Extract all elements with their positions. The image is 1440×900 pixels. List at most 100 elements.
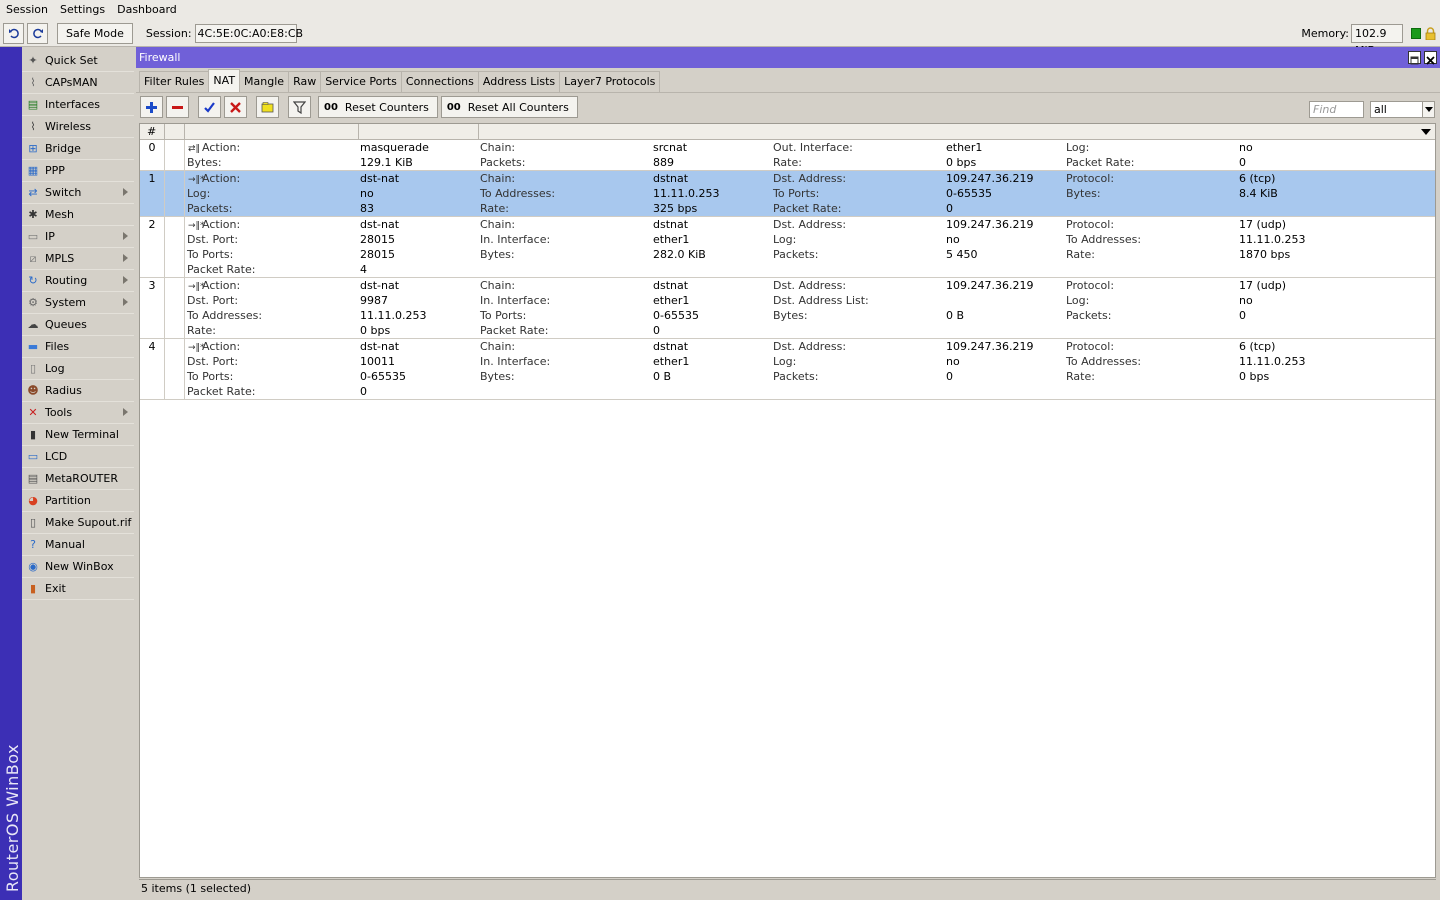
column-header-3[interactable] bbox=[479, 124, 1435, 140]
sidebar-item-bridge[interactable]: ⊞ Bridge bbox=[22, 138, 134, 160]
sidebar-item-files[interactable]: ▬ Files bbox=[22, 336, 134, 358]
field-label: Action: bbox=[202, 279, 241, 292]
sidebar-item-quick-set[interactable]: ✦ Quick Set bbox=[22, 50, 134, 72]
filter-button[interactable] bbox=[288, 96, 311, 118]
sidebar-item-ppp[interactable]: ▦ PPP bbox=[22, 160, 134, 182]
sidebar-item-exit[interactable]: ▮ Exit bbox=[22, 578, 134, 600]
chevron-down-icon[interactable] bbox=[1422, 102, 1434, 117]
session-field[interactable]: 4C:5E:0C:A0:E8:CB bbox=[194, 23, 303, 43]
system-icon: ⚙ bbox=[28, 296, 38, 309]
column-header-1[interactable] bbox=[185, 124, 359, 140]
sidebar-item-tools[interactable]: ✕ Tools bbox=[22, 402, 134, 424]
sidebar-item-metarouter[interactable]: ▤ MetaROUTER bbox=[22, 468, 134, 490]
memory-indicator: Memory: 102.9 MiB bbox=[1301, 20, 1440, 57]
sidebar-item-label: LCD bbox=[45, 450, 68, 463]
table-row[interactable]: 3 →‖*Action: dst-nat Chain: dstnat Dst. Addre… bbox=[140, 278, 1435, 339]
tab-raw[interactable]: Raw bbox=[288, 71, 322, 92]
menu-bar: Session Settings Dashboard bbox=[0, 0, 1440, 20]
sidebar-item-label: Switch bbox=[45, 186, 82, 199]
routing-icon: ↻ bbox=[28, 274, 38, 287]
tools-icon: ✕ bbox=[28, 406, 38, 419]
tab-connections[interactable]: Connections bbox=[400, 71, 479, 92]
menu-session[interactable]: Session bbox=[0, 0, 54, 20]
undo-button[interactable] bbox=[3, 22, 24, 44]
field-label: Protocol: bbox=[1066, 340, 1115, 353]
sidebar-item-routing[interactable]: ↻ Routing bbox=[22, 270, 134, 292]
sidebar-item-partition[interactable]: ◕ Partition bbox=[22, 490, 134, 512]
tab-mangle[interactable]: Mangle bbox=[239, 71, 290, 92]
main-toolbar: Safe Mode Session: 4C:5E:0C:A0:E8:CB Mem… bbox=[0, 20, 1440, 57]
field-label: Log: bbox=[187, 187, 211, 200]
column-header-flags[interactable] bbox=[165, 124, 185, 140]
find-input[interactable]: Find bbox=[1309, 101, 1364, 118]
field-value: 129.1 KiB bbox=[360, 156, 413, 169]
redo-button[interactable] bbox=[27, 22, 48, 44]
sidebar-item-new-terminal[interactable]: ▮ New Terminal bbox=[22, 424, 134, 446]
field-value: 11.11.0.253 bbox=[653, 187, 720, 200]
remove-button[interactable] bbox=[166, 96, 189, 118]
tab-layer7-protocols[interactable]: Layer7 Protocols bbox=[559, 71, 661, 92]
reset-counters-button[interactable]: 00 Reset Counters bbox=[318, 96, 438, 118]
sidebar-item-switch[interactable]: ⇄ Switch bbox=[22, 182, 134, 204]
table-row[interactable]: 4 →‖*Action: dst-nat Chain: dstnat Dst. Addre… bbox=[140, 339, 1435, 400]
field-value: 0 bbox=[360, 385, 367, 398]
table-row[interactable]: 0 ⇄‖ Action: masquerade Chain: srcnat Out. Int… bbox=[140, 140, 1435, 171]
sidebar-item-lcd[interactable]: ▭ LCD bbox=[22, 446, 134, 468]
maximize-icon[interactable] bbox=[1408, 51, 1421, 65]
sidebar-item-capsman[interactable]: ⌇ CAPsMAN bbox=[22, 72, 134, 94]
sidebar-item-system[interactable]: ⚙ System bbox=[22, 292, 134, 314]
add-button[interactable] bbox=[140, 96, 163, 118]
field-value: 0 bbox=[946, 202, 953, 215]
sidebar-item-label: Wireless bbox=[45, 120, 92, 133]
field-value: 0 bps bbox=[946, 156, 977, 169]
sidebar-item-ip[interactable]: ▭ IP bbox=[22, 226, 134, 248]
table-row[interactable]: 2 →‖*Action: dst-nat Chain: dstnat Dst. Addre… bbox=[140, 217, 1435, 278]
field-value: 9987 bbox=[360, 294, 388, 307]
table-row[interactable]: 1 →‖*Action: dst-nat Chain: dstnat Dst. Addre… bbox=[140, 171, 1435, 217]
tab-service-ports[interactable]: Service Ports bbox=[320, 71, 402, 92]
submenu-arrow-icon bbox=[123, 232, 128, 240]
field-value: 889 bbox=[653, 156, 674, 169]
tab-filter-rules[interactable]: Filter Rules bbox=[139, 71, 210, 92]
sidebar-item-label: Bridge bbox=[45, 142, 81, 155]
column-header-number[interactable]: # bbox=[140, 124, 165, 140]
filter-select[interactable]: all bbox=[1370, 101, 1435, 118]
tab-nat[interactable]: NAT bbox=[208, 69, 241, 92]
field-label: To Ports: bbox=[187, 370, 234, 383]
field-value: no bbox=[946, 355, 960, 368]
submenu-arrow-icon bbox=[123, 276, 128, 284]
field-label: In. Interface: bbox=[480, 233, 551, 246]
sidebar-item-manual[interactable]: ? Manual bbox=[22, 534, 134, 556]
submenu-arrow-icon bbox=[123, 188, 128, 196]
field-label: Packet Rate: bbox=[187, 385, 256, 398]
menu-dashboard[interactable]: Dashboard bbox=[111, 0, 183, 20]
field-label: Action: bbox=[202, 172, 241, 185]
reset-all-counters-button[interactable]: 00 Reset All Counters bbox=[440, 96, 578, 118]
sidebar-item-queues[interactable]: ☁ Queues bbox=[22, 314, 134, 336]
sidebar-item-label: System bbox=[45, 296, 87, 309]
sidebar-item-mpls[interactable]: ⧄ MPLS bbox=[22, 248, 134, 270]
menu-settings[interactable]: Settings bbox=[54, 0, 111, 20]
comment-button[interactable] bbox=[256, 96, 279, 118]
quick-set-icon: ✦ bbox=[28, 54, 38, 67]
sidebar-item-wireless[interactable]: ⌇ Wireless bbox=[22, 116, 134, 138]
sidebar-item-interfaces[interactable]: ▤ Interfaces bbox=[22, 94, 134, 116]
field-value: 109.247.36.219 bbox=[946, 279, 1034, 292]
sidebar-item-radius[interactable]: ☻ Radius bbox=[22, 380, 134, 402]
column-menu-chevron-icon[interactable] bbox=[1421, 129, 1431, 135]
sidebar-item-new-winbox[interactable]: ◉ New WinBox bbox=[22, 556, 134, 578]
bridge-icon: ⊞ bbox=[28, 142, 38, 155]
field-value: 0 bps bbox=[1239, 370, 1270, 383]
safe-mode-button[interactable]: Safe Mode bbox=[57, 22, 133, 44]
enable-button[interactable] bbox=[198, 96, 221, 118]
field-label: Rate: bbox=[773, 156, 802, 169]
field-label: Action: bbox=[202, 218, 241, 231]
close-icon[interactable] bbox=[1424, 51, 1437, 65]
sidebar-item-log[interactable]: ▯ Log bbox=[22, 358, 134, 380]
sidebar-item-make-supout-rif[interactable]: ▯ Make Supout.rif bbox=[22, 512, 134, 534]
disable-button[interactable] bbox=[224, 96, 247, 118]
tab-address-lists[interactable]: Address Lists bbox=[477, 71, 561, 92]
table-body: 0 ⇄‖ Action: masquerade Chain: srcnat Out. Int… bbox=[140, 140, 1435, 400]
sidebar-item-mesh[interactable]: ✱ Mesh bbox=[22, 204, 134, 226]
column-header-2[interactable] bbox=[359, 124, 479, 140]
